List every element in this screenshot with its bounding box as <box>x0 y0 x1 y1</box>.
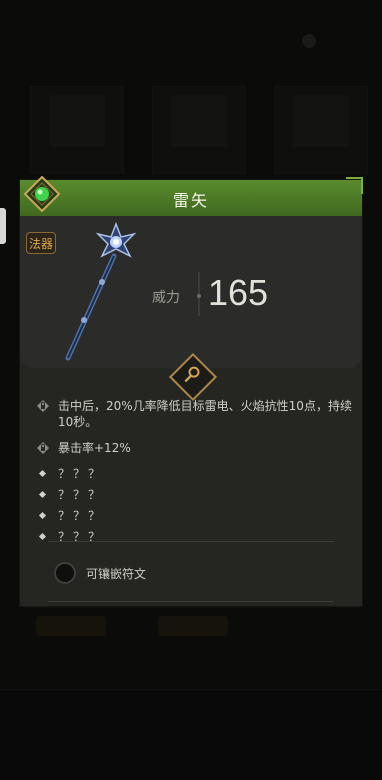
attribute-row: ？？？ <box>36 508 352 524</box>
lock-icon <box>37 400 49 412</box>
socket-label: 可镶嵌符文 <box>86 567 147 581</box>
attribute-text: 击中后，20%几率降低目标雷电、火焰抗性10点，持续10秒。 <box>58 399 352 429</box>
attribute-row: ？？？ <box>36 529 352 545</box>
item-name: 雷矢 <box>172 191 209 210</box>
staff-weapon-icon <box>65 221 137 361</box>
attribute-row: ？？？ <box>36 487 352 503</box>
diamond-bullet-icon <box>38 511 47 520</box>
stat-value: 165 <box>208 272 269 313</box>
divider <box>48 541 334 542</box>
attribute-list: 击中后，20%几率降低目标雷电、火焰抗性10点，持续10秒。 暴击率+12% ？… <box>36 398 352 550</box>
attribute-row: 暴击率+12% <box>36 440 352 456</box>
attribute-text: ？？？ <box>58 467 104 481</box>
stat-label: 威力 <box>152 290 180 306</box>
stat-dot <box>197 294 201 298</box>
attribute-row: ？？？ <box>36 466 352 482</box>
diamond-bullet-icon <box>38 532 47 541</box>
corner-ornament-icon <box>346 177 363 194</box>
attribute-row: 击中后，20%几率降低目标雷电、火焰抗性10点，持续10秒。 <box>36 398 352 430</box>
rune-socket[interactable] <box>54 562 76 584</box>
lock-icon <box>37 442 49 454</box>
attribute-text: ？？？ <box>58 509 104 523</box>
attribute-text: ？？？ <box>58 488 104 502</box>
diamond-bullet-icon <box>38 490 47 499</box>
diamond-bullet-icon <box>38 469 47 478</box>
magnifier-icon <box>184 366 200 382</box>
item-detail-panel: 雷矢 法器 威力 165 击中后，20%几率降低目标雷电、火焰抗性10点，持续1… <box>20 176 363 606</box>
side-handle[interactable] <box>0 208 6 244</box>
divider <box>48 601 334 602</box>
attribute-text: 暴击率+12% <box>58 441 131 455</box>
panel-header: 雷矢 <box>20 180 362 217</box>
rarity-gem-icon <box>24 176 60 212</box>
